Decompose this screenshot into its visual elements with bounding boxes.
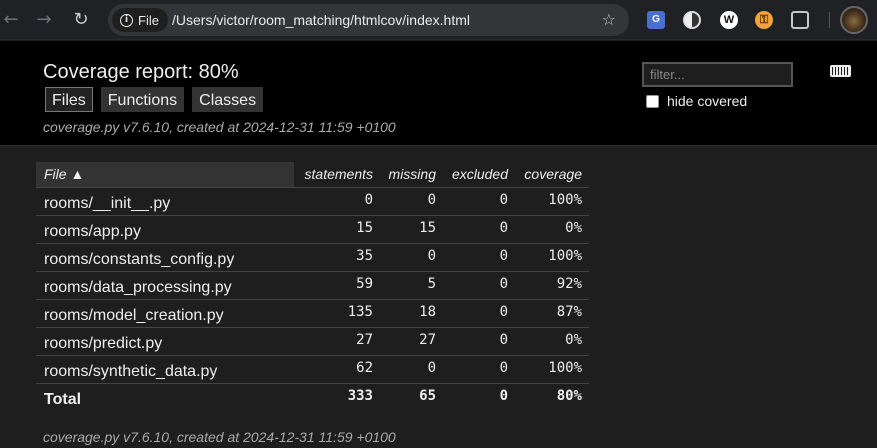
missing-cell: 18 <box>419 304 436 320</box>
browser-toolbar: ← → ↻ i File /Users/victor/room_matching… <box>0 0 877 40</box>
table-row: rooms/model_creation.py 135 18 0 87% <box>36 299 589 327</box>
statements-cell: 62 <box>356 360 373 376</box>
view-tabs: Files Functions Classes <box>45 87 264 112</box>
excluded-cell: 0 <box>499 248 508 264</box>
statements-cell: 59 <box>356 276 373 292</box>
statements-cell: 0 <box>364 192 373 208</box>
footer-created-info: coverage.py v7.6.10, created at 2024-12-… <box>43 429 396 445</box>
excluded-cell: 0 <box>499 332 508 348</box>
file-link[interactable]: rooms/app.py <box>44 218 141 246</box>
table-row: rooms/data_processing.py 59 5 0 92% <box>36 271 589 299</box>
column-header-excluded[interactable]: excluded <box>439 162 508 187</box>
excluded-cell: 0 <box>499 304 508 320</box>
coverage-cell: 100% <box>548 360 582 376</box>
table-row: rooms/app.py 15 15 0 0% <box>36 215 589 243</box>
missing-cell: 0 <box>427 248 436 264</box>
tab-files[interactable]: Files <box>45 87 93 112</box>
reload-icon[interactable]: ↻ <box>70 9 92 31</box>
missing-cell: 5 <box>427 276 436 292</box>
keyboard-shortcuts-icon[interactable] <box>830 65 851 77</box>
file-link[interactable]: rooms/predict.py <box>44 330 162 358</box>
total-coverage: 80% <box>556 388 582 404</box>
statements-cell: 135 <box>347 304 373 320</box>
total-row: Total 333 65 0 80% <box>36 383 589 411</box>
created-info: coverage.py v7.6.10, created at 2024-12-… <box>43 119 396 135</box>
total-missing: 65 <box>419 388 436 404</box>
extensions-puzzle-icon[interactable] <box>791 11 809 29</box>
bookmark-star-icon[interactable]: ☆ <box>602 10 616 29</box>
column-header-file[interactable]: File ▲ <box>36 162 294 187</box>
excluded-cell: 0 <box>499 192 508 208</box>
coverage-cell: 87% <box>556 304 582 320</box>
file-link[interactable]: rooms/synthetic_data.py <box>44 358 217 386</box>
total-label: Total <box>44 391 82 408</box>
translate-extension-icon[interactable]: G <box>647 11 665 29</box>
excluded-cell: 0 <box>499 220 508 236</box>
table-row: rooms/__init__.py 0 0 0 100% <box>36 187 589 215</box>
column-header-missing[interactable]: missing <box>374 162 436 187</box>
hide-covered-label: hide covered <box>667 93 748 109</box>
coverage-cell: 0% <box>565 332 582 348</box>
total-excluded: 0 <box>499 388 508 404</box>
file-link[interactable]: rooms/data_processing.py <box>44 274 232 302</box>
missing-cell: 0 <box>427 192 436 208</box>
missing-cell: 0 <box>427 360 436 376</box>
file-link[interactable]: rooms/constants_config.py <box>44 246 234 274</box>
hide-covered-toggle[interactable]: hide covered <box>646 93 747 109</box>
excluded-cell: 0 <box>499 360 508 376</box>
table-row: rooms/predict.py 27 27 0 0% <box>36 327 589 355</box>
info-icon: i <box>120 13 133 27</box>
coverage-cell: 100% <box>548 192 582 208</box>
w-extension-icon[interactable]: W <box>720 11 738 29</box>
column-header-statements[interactable]: statements <box>296 162 373 187</box>
table-header: File ▲ statements missing excluded cover… <box>36 162 589 187</box>
file-link[interactable]: rooms/model_creation.py <box>44 302 224 330</box>
hide-covered-checkbox[interactable] <box>646 94 659 108</box>
url-text[interactable]: /Users/victor/room_matching/htmlcov/inde… <box>172 12 470 28</box>
filter-input[interactable] <box>642 62 793 87</box>
column-header-coverage[interactable]: coverage <box>511 162 582 187</box>
dark-mode-extension-icon[interactable] <box>683 11 701 29</box>
coverage-cell: 92% <box>556 276 582 292</box>
profile-avatar[interactable] <box>840 6 868 34</box>
coverage-cell: 100% <box>548 248 582 264</box>
report-header: Coverage report: 80% Files Functions Cla… <box>0 41 877 146</box>
back-arrow-icon[interactable]: ← <box>0 9 22 31</box>
address-bar[interactable]: i File /Users/victor/room_matching/htmlc… <box>108 4 629 36</box>
page-title: Coverage report: 80% <box>43 61 239 83</box>
statements-cell: 27 <box>356 332 373 348</box>
excluded-cell: 0 <box>499 276 508 292</box>
table-row: rooms/synthetic_data.py 62 0 0 100% <box>36 355 589 383</box>
forward-arrow-icon[interactable]: → <box>33 9 55 31</box>
site-info-chip[interactable]: i File <box>112 8 168 32</box>
tab-functions[interactable]: Functions <box>100 87 185 112</box>
statements-cell: 35 <box>356 248 373 264</box>
toolbar-divider <box>829 12 830 28</box>
coverage-cell: 0% <box>565 220 582 236</box>
missing-cell: 15 <box>419 220 436 236</box>
statements-cell: 15 <box>356 220 373 236</box>
password-extension-icon[interactable]: ⚿ <box>755 11 773 29</box>
coverage-table: File ▲ statements missing excluded cover… <box>36 162 589 411</box>
tab-classes[interactable]: Classes <box>192 87 264 112</box>
total-statements: 333 <box>347 388 373 404</box>
missing-cell: 27 <box>419 332 436 348</box>
table-row: rooms/constants_config.py 35 0 0 100% <box>36 243 589 271</box>
site-info-label: File <box>138 12 159 28</box>
file-link[interactable]: rooms/__init__.py <box>44 190 170 218</box>
